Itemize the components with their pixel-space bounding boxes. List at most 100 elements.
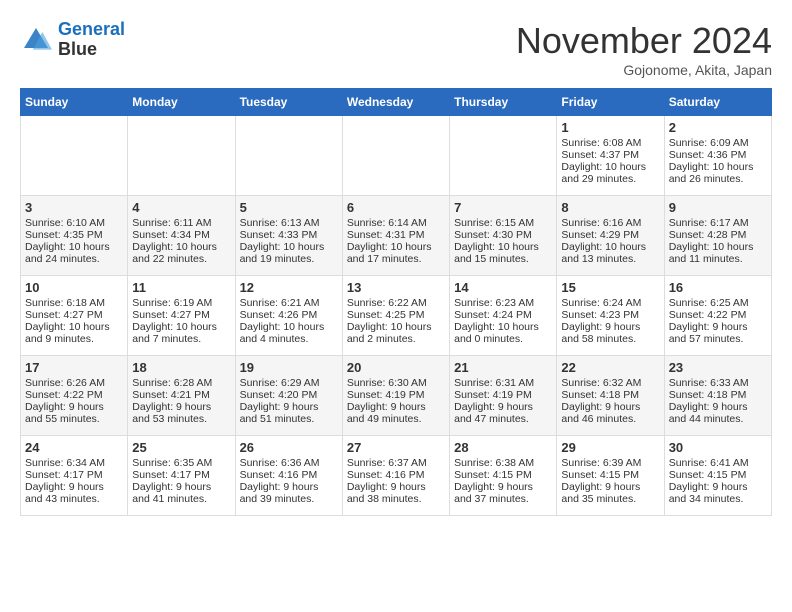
day-number: 24 xyxy=(25,440,123,455)
day-info: Sunset: 4:21 PM xyxy=(132,389,230,401)
calendar-week-row: 3 Sunrise: 6:10 AMSunset: 4:35 PM Daylight… xyxy=(21,196,772,276)
calendar-cell: 20 Sunrise: 6:30 AMSunset: 4:19 PMDayligh… xyxy=(342,356,449,436)
calendar-cell xyxy=(128,116,235,196)
day-info: Sunset: 4:22 PM xyxy=(669,309,767,321)
day-number: 28 xyxy=(454,440,552,455)
day-info: Daylight: 10 hours and 9 minutes. xyxy=(25,321,123,345)
day-info: Sunrise: 6:31 AM xyxy=(454,377,552,389)
day-info: Daylight: 10 hours and 7 minutes. xyxy=(132,321,230,345)
day-info: Sunset: 4:27 PM xyxy=(25,309,123,321)
calendar-cell: 14Sunrise: 6:23 AMSunset: 4:24 PMDayligh… xyxy=(450,276,557,356)
day-info: Sunrise: 6:22 AM xyxy=(347,297,445,309)
calendar-cell: 25Sunrise: 6:35 AMSunset: 4:17 PMDayligh… xyxy=(128,436,235,516)
weekday-header: Monday xyxy=(128,89,235,116)
day-info: Sunrise: 6:41 AM xyxy=(669,457,767,469)
calendar-cell: 6Sunrise: 6:14 AMSunset: 4:31 PMDaylight… xyxy=(342,196,449,276)
day-number: 25 xyxy=(132,440,230,455)
calendar-cell: 9Sunrise: 6:17 AMSunset: 4:28 PMDaylight… xyxy=(664,196,771,276)
day-info: Daylight: 9 hours and 38 minutes. xyxy=(347,481,445,505)
day-info: Sunrise: 6:34 AM xyxy=(25,457,123,469)
day-info: Sunset: 4:35 PM xyxy=(25,229,123,241)
logo-icon xyxy=(20,24,52,56)
day-number: 23 xyxy=(669,360,767,375)
day-number: 2 xyxy=(669,120,767,135)
day-info: Sunset: 4:26 PM xyxy=(240,309,338,321)
logo-text: General Blue xyxy=(58,20,125,60)
day-info: Sunset: 4:18 PM xyxy=(561,389,659,401)
day-info: Sunrise: 6:21 AM xyxy=(240,297,338,309)
day-number: 14 xyxy=(454,280,552,295)
day-info: Sunset: 4:15 PM xyxy=(561,469,659,481)
day-info: Daylight: 10 hours and 19 minutes. xyxy=(240,241,338,265)
weekday-header: Saturday xyxy=(664,89,771,116)
day-info: Sunrise: 6:17 AM xyxy=(669,217,767,229)
day-info: Sunrise: 6:09 AM xyxy=(669,137,767,149)
day-info: Sunrise: 6:23 AM xyxy=(454,297,552,309)
calendar-cell: 19Sunrise: 6:29 AMSunset: 4:20 PMDayligh… xyxy=(235,356,342,436)
day-info: Daylight: 9 hours and 41 minutes. xyxy=(132,481,230,505)
day-info: Daylight: 10 hours and 22 minutes. xyxy=(132,241,230,265)
day-info: Sunrise: 6:26 AM xyxy=(25,377,123,389)
day-info: Sunrise: 6:08 AM xyxy=(561,137,659,149)
day-info: Daylight: 10 hours and 2 minutes. xyxy=(347,321,445,345)
weekday-header: Tuesday xyxy=(235,89,342,116)
day-number: 21 xyxy=(454,360,552,375)
day-number: 6 xyxy=(347,200,445,215)
day-info: Sunset: 4:33 PM xyxy=(240,229,338,241)
day-info: Sunrise: 6:25 AM xyxy=(669,297,767,309)
day-info: Sunset: 4:34 PM xyxy=(132,229,230,241)
calendar-cell xyxy=(450,116,557,196)
day-info: Sunset: 4:22 PM xyxy=(25,389,123,401)
calendar-cell: 8Sunrise: 6:16 AMSunset: 4:29 PMDaylight… xyxy=(557,196,664,276)
calendar-cell: 22Sunrise: 6:32 AMSunset: 4:18 PMDayligh… xyxy=(557,356,664,436)
day-info: Sunrise: 6:30 AM xyxy=(347,377,445,389)
calendar-cell: 11Sunrise: 6:19 AMSunset: 4:27 PMDayligh… xyxy=(128,276,235,356)
day-info: Sunset: 4:28 PM xyxy=(669,229,767,241)
day-number: 9 xyxy=(669,200,767,215)
day-info: Sunset: 4:20 PM xyxy=(240,389,338,401)
day-info: Sunrise: 6:10 AM xyxy=(25,217,123,229)
weekday-header: Thursday xyxy=(450,89,557,116)
day-info: Daylight: 9 hours and 55 minutes. xyxy=(25,401,123,425)
calendar-cell: 23Sunrise: 6:33 AMSunset: 4:18 PMDayligh… xyxy=(664,356,771,436)
day-info: Sunrise: 6:15 AM xyxy=(454,217,552,229)
day-info: Sunset: 4:36 PM xyxy=(669,149,767,161)
calendar-cell: 26Sunrise: 6:36 AMSunset: 4:16 PMDayligh… xyxy=(235,436,342,516)
day-number: 26 xyxy=(240,440,338,455)
day-number: 11 xyxy=(132,280,230,295)
day-info: Sunrise: 6:36 AM xyxy=(240,457,338,469)
calendar-cell: 13Sunrise: 6:22 AMSunset: 4:25 PMDayligh… xyxy=(342,276,449,356)
day-number: 30 xyxy=(669,440,767,455)
day-number: 4 xyxy=(132,200,230,215)
day-info: Sunrise: 6:24 AM xyxy=(561,297,659,309)
day-info: Sunset: 4:27 PM xyxy=(132,309,230,321)
day-info: Sunrise: 6:28 AM xyxy=(132,377,230,389)
day-info: Sunset: 4:19 PM xyxy=(347,389,445,401)
calendar-cell: 1Sunrise: 6:08 AMSunset: 4:37 PMDaylight… xyxy=(557,116,664,196)
day-info: Sunset: 4:17 PM xyxy=(25,469,123,481)
calendar-table: SundayMondayTuesdayWednesdayThursdayFrid… xyxy=(20,88,772,516)
day-number: 16 xyxy=(669,280,767,295)
weekday-header: Friday xyxy=(557,89,664,116)
day-info: Daylight: 9 hours and 53 minutes. xyxy=(132,401,230,425)
day-info: Sunrise: 6:35 AM xyxy=(132,457,230,469)
day-info: Sunset: 4:25 PM xyxy=(347,309,445,321)
day-number: 19 xyxy=(240,360,338,375)
day-info: Daylight: 9 hours and 47 minutes. xyxy=(454,401,552,425)
day-number: 3 xyxy=(25,200,123,215)
day-info: Sunrise: 6:39 AM xyxy=(561,457,659,469)
month-title: November 2024 xyxy=(516,20,772,62)
day-info: Daylight: 9 hours and 49 minutes. xyxy=(347,401,445,425)
day-info: Sunrise: 6:33 AM xyxy=(669,377,767,389)
calendar-week-row: 17Sunrise: 6:26 AMSunset: 4:22 PMDayligh… xyxy=(21,356,772,436)
day-number: 20 xyxy=(347,360,445,375)
day-info: Sunset: 4:16 PM xyxy=(240,469,338,481)
day-info: Sunset: 4:37 PM xyxy=(561,149,659,161)
day-info: Daylight: 10 hours and 4 minutes. xyxy=(240,321,338,345)
day-info: Daylight: 10 hours and 15 minutes. xyxy=(454,241,552,265)
day-info: Sunset: 4:31 PM xyxy=(347,229,445,241)
day-number: 1 xyxy=(561,120,659,135)
day-number: 22 xyxy=(561,360,659,375)
day-info: Sunrise: 6:13 AM xyxy=(240,217,338,229)
day-info: Daylight: 10 hours and 13 minutes. xyxy=(561,241,659,265)
